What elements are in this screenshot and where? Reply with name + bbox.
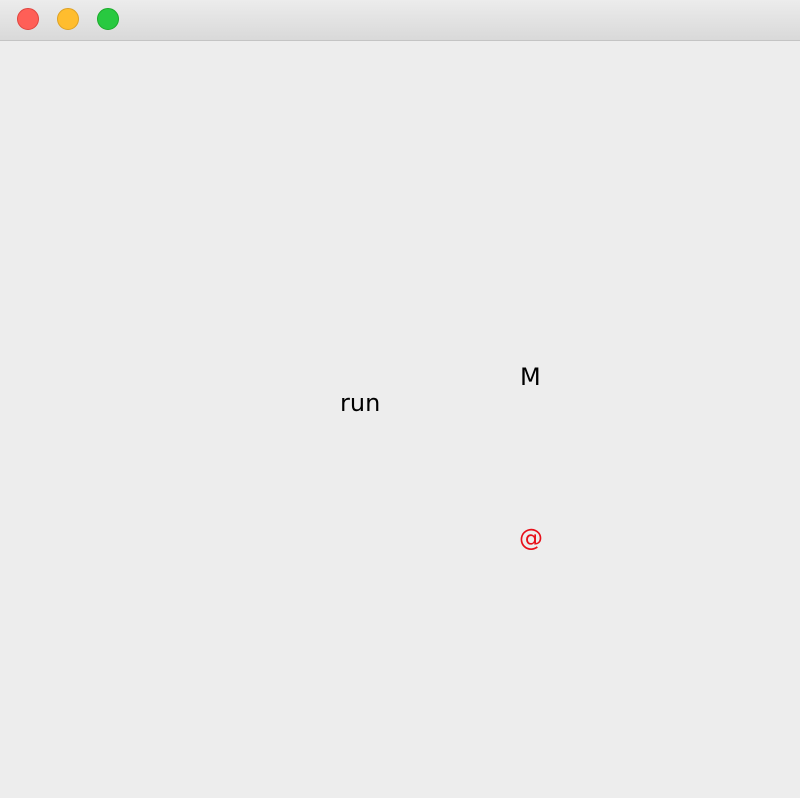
minimize-button[interactable] — [57, 8, 79, 30]
canvas-area: M run @ — [0, 41, 800, 798]
app-window: M run @ — [0, 0, 800, 798]
label-at-symbol: @ — [519, 524, 543, 552]
zoom-button[interactable] — [97, 8, 119, 30]
title-bar[interactable] — [0, 0, 800, 41]
close-button[interactable] — [17, 8, 39, 30]
label-m: M — [520, 363, 541, 391]
label-run: run — [340, 389, 381, 417]
